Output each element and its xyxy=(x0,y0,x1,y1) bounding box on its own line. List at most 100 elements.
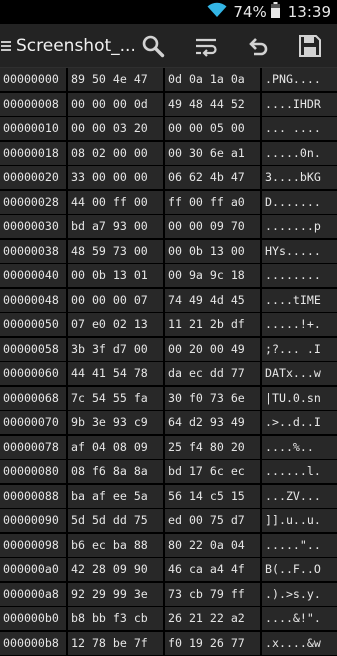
ascii-cell[interactable]: HYs..... xyxy=(262,240,337,263)
ascii-cell[interactable]: .x....&w xyxy=(262,632,337,655)
hex-bytes-cell[interactable]: 73 cb 79 ff xyxy=(165,583,260,606)
ascii-cell[interactable]: ...ZV... xyxy=(262,485,337,508)
wrap-lines-button[interactable] xyxy=(186,24,226,67)
offset-cell[interactable]: 00000038 xyxy=(0,240,66,263)
hex-bytes-cell[interactable]: f0 19 26 77 xyxy=(165,632,260,655)
offset-cell[interactable]: 00000070 xyxy=(0,411,66,434)
hex-table[interactable]: 0000000089 50 4e 470d 0a 1a 0a.PNG.... 00… xyxy=(0,68,337,656)
hex-bytes-cell[interactable]: 89 50 4e 47 xyxy=(68,68,163,91)
hex-bytes-cell[interactable]: 33 00 00 00 xyxy=(68,166,163,189)
hex-bytes-cell[interactable]: 44 41 54 78 xyxy=(68,362,163,385)
ascii-cell[interactable]: ]].u..u. xyxy=(262,509,337,532)
hex-bytes-cell[interactable]: 74 49 4d 45 xyxy=(165,289,260,312)
hex-bytes-cell[interactable]: 42 28 09 90 xyxy=(68,558,163,581)
hex-bytes-cell[interactable]: 08 f6 8a 8a xyxy=(68,460,163,483)
hex-bytes-cell[interactable]: 5d 5d dd 75 xyxy=(68,509,163,532)
offset-cell[interactable]: 00000028 xyxy=(0,191,66,214)
offset-cell[interactable]: 000000a0 xyxy=(0,558,66,581)
ascii-cell[interactable]: ........ xyxy=(262,264,337,287)
hex-bytes-cell[interactable]: 00 9a 9c 18 xyxy=(165,264,260,287)
offset-cell[interactable]: 00000030 xyxy=(0,215,66,238)
ascii-cell[interactable]: .....!+. xyxy=(262,313,337,336)
hex-bytes-cell[interactable]: 11 21 2b df xyxy=(165,313,260,336)
hex-bytes-cell[interactable]: 00 20 00 49 xyxy=(165,338,260,361)
offset-cell[interactable]: 000000b8 xyxy=(0,632,66,655)
offset-cell[interactable]: 00000098 xyxy=(0,534,66,557)
hex-bytes-cell[interactable]: 00 00 05 00 xyxy=(165,117,260,140)
hex-bytes-cell[interactable]: 00 30 6e a1 xyxy=(165,142,260,165)
hex-bytes-cell[interactable]: 9b 3e 93 c9 xyxy=(68,411,163,434)
hex-bytes-cell[interactable]: 46 ca a4 4f xyxy=(165,558,260,581)
offset-cell[interactable]: 000000b0 xyxy=(0,607,66,630)
hex-bytes-cell[interactable]: 00 00 00 0d xyxy=(68,93,163,116)
hex-bytes-cell[interactable]: af 04 08 09 xyxy=(68,436,163,459)
hex-bytes-cell[interactable]: 48 59 73 00 xyxy=(68,240,163,263)
hex-bytes-cell[interactable]: da ec dd 77 xyxy=(165,362,260,385)
hex-bytes-cell[interactable]: 08 02 00 00 xyxy=(68,142,163,165)
hex-bytes-cell[interactable]: 7c 54 55 fa xyxy=(68,387,163,410)
hex-bytes-cell[interactable]: 00 00 00 07 xyxy=(68,289,163,312)
offset-cell[interactable]: 00000080 xyxy=(0,460,66,483)
search-button[interactable] xyxy=(133,24,173,67)
ascii-cell[interactable]: ....&!". xyxy=(262,607,337,630)
offset-cell[interactable]: 00000078 xyxy=(0,436,66,459)
offset-cell[interactable]: 00000000 xyxy=(0,68,66,91)
ascii-cell[interactable]: ......l. xyxy=(262,460,337,483)
hex-bytes-cell[interactable]: ed 00 75 d7 xyxy=(165,509,260,532)
offset-cell[interactable]: 00000068 xyxy=(0,387,66,410)
ascii-cell[interactable]: B(..F..O xyxy=(262,558,337,581)
offset-cell[interactable]: 00000050 xyxy=(0,313,66,336)
hex-bytes-cell[interactable]: 80 22 0a 04 xyxy=(165,534,260,557)
offset-cell[interactable]: 00000060 xyxy=(0,362,66,385)
offset-cell[interactable]: 00000090 xyxy=(0,509,66,532)
save-button[interactable] xyxy=(290,24,330,67)
hex-bytes-cell[interactable]: 64 d2 93 49 xyxy=(165,411,260,434)
hex-bytes-cell[interactable]: 49 48 44 52 xyxy=(165,93,260,116)
ascii-cell[interactable]: .).>s.y. xyxy=(262,583,337,606)
offset-cell[interactable]: 00000008 xyxy=(0,93,66,116)
hex-bytes-cell[interactable]: 56 14 c5 15 xyxy=(165,485,260,508)
ascii-cell[interactable]: ....tIME xyxy=(262,289,337,312)
offset-cell[interactable]: 00000020 xyxy=(0,166,66,189)
offset-cell[interactable]: 00000048 xyxy=(0,289,66,312)
ascii-cell[interactable]: .....".. xyxy=(262,534,337,557)
hex-bytes-cell[interactable]: ba af ee 5a xyxy=(68,485,163,508)
hex-bytes-cell[interactable]: 26 21 22 a2 xyxy=(165,607,260,630)
hex-bytes-cell[interactable]: b6 ec ba 88 xyxy=(68,534,163,557)
menu-icon[interactable] xyxy=(1,41,11,51)
hex-bytes-cell[interactable]: 12 78 be 7f xyxy=(68,632,163,655)
ascii-cell[interactable]: .....0n. xyxy=(262,142,337,165)
hex-bytes-cell[interactable]: 00 0b 13 00 xyxy=(165,240,260,263)
offset-cell[interactable]: 00000058 xyxy=(0,338,66,361)
hex-bytes-cell[interactable]: b8 bb f3 cb xyxy=(68,607,163,630)
hex-bytes-cell[interactable]: 44 00 ff 00 xyxy=(68,191,163,214)
ascii-cell[interactable]: .PNG.... xyxy=(262,68,337,91)
offset-cell[interactable]: 000000a8 xyxy=(0,583,66,606)
undo-button[interactable] xyxy=(238,24,278,67)
hex-bytes-cell[interactable]: 30 f0 73 6e xyxy=(165,387,260,410)
offset-cell[interactable]: 00000040 xyxy=(0,264,66,287)
ascii-cell[interactable]: 3....bKG xyxy=(262,166,337,189)
hex-bytes-cell[interactable]: bd a7 93 00 xyxy=(68,215,163,238)
hex-bytes-cell[interactable]: 06 62 4b 47 xyxy=(165,166,260,189)
ascii-cell[interactable]: .......p xyxy=(262,215,337,238)
hex-bytes-cell[interactable]: ff 00 ff a0 xyxy=(165,191,260,214)
hex-bytes-cell[interactable]: 3b 3f d7 00 xyxy=(68,338,163,361)
hex-bytes-cell[interactable]: 0d 0a 1a 0a xyxy=(165,68,260,91)
hex-bytes-cell[interactable]: 00 0b 13 01 xyxy=(68,264,163,287)
hex-bytes-cell[interactable]: 25 f4 80 20 xyxy=(165,436,260,459)
hex-bytes-cell[interactable]: 92 29 99 3e xyxy=(68,583,163,606)
ascii-cell[interactable]: D....... xyxy=(262,191,337,214)
ascii-cell[interactable]: ....%.. xyxy=(262,436,337,459)
hex-bytes-cell[interactable]: bd 17 6c ec xyxy=(165,460,260,483)
ascii-cell[interactable]: ... .... xyxy=(262,117,337,140)
ascii-cell[interactable]: ;?... .I xyxy=(262,338,337,361)
offset-cell[interactable]: 00000010 xyxy=(0,117,66,140)
hex-bytes-cell[interactable]: 00 00 03 20 xyxy=(68,117,163,140)
hex-bytes-cell[interactable]: 07 e0 02 13 xyxy=(68,313,163,336)
offset-cell[interactable]: 00000018 xyxy=(0,142,66,165)
ascii-cell[interactable]: ....IHDR xyxy=(262,93,337,116)
offset-cell[interactable]: 00000088 xyxy=(0,485,66,508)
ascii-cell[interactable]: DATx...w xyxy=(262,362,337,385)
ascii-cell[interactable]: |TU.0.sn xyxy=(262,387,337,410)
